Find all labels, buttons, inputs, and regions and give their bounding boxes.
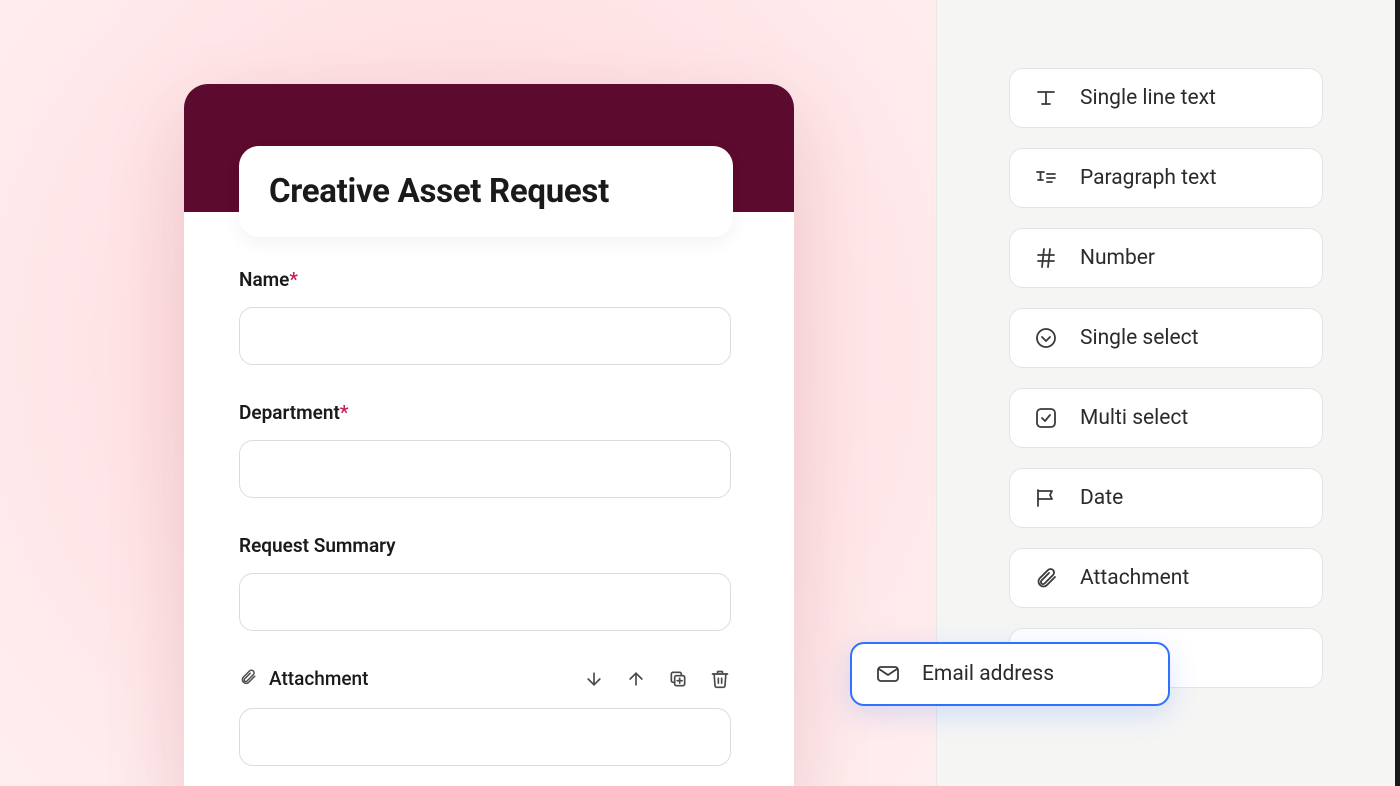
field-type-sidebar: Single line text Paragraph text Number S… xyxy=(936,0,1400,786)
move-down-button[interactable] xyxy=(583,668,605,690)
field-label: Name* xyxy=(239,268,739,291)
field-label: Request Summary xyxy=(239,534,739,557)
form-canvas: Creative Asset Request Name* Department* xyxy=(0,0,936,786)
field-type-label: Date xyxy=(1080,486,1123,510)
field-type-label: Single line text xyxy=(1080,86,1216,110)
attachment-icon xyxy=(1034,566,1058,590)
email-icon xyxy=(876,662,900,686)
paragraph-icon xyxy=(1034,166,1058,190)
duplicate-button[interactable] xyxy=(667,668,689,690)
field-type-label: Paragraph text xyxy=(1080,166,1216,190)
multi-select-icon xyxy=(1034,406,1058,430)
field-type-attachment[interactable]: Attachment xyxy=(1009,548,1323,608)
form-field-request-summary[interactable]: Request Summary xyxy=(239,534,739,631)
field-label: Department* xyxy=(239,401,739,424)
text-icon xyxy=(1034,86,1058,110)
request-summary-input[interactable] xyxy=(239,573,731,631)
delete-button[interactable] xyxy=(709,668,731,690)
form-field-attachment[interactable]: Attachment xyxy=(239,667,739,766)
form-field-department[interactable]: Department* xyxy=(239,401,739,498)
field-type-date[interactable]: Date xyxy=(1009,468,1323,528)
form-card: Creative Asset Request Name* Department* xyxy=(184,84,794,786)
field-label: Attachment xyxy=(269,667,368,690)
field-type-label: Multi select xyxy=(1080,406,1188,430)
form-title: Creative Asset Request xyxy=(269,172,703,211)
form-body: Name* Department* Request Summary xyxy=(184,212,794,786)
field-type-label: Single select xyxy=(1080,326,1199,350)
form-title-card[interactable]: Creative Asset Request xyxy=(239,146,733,237)
field-type-label: Number xyxy=(1080,246,1155,270)
name-input[interactable] xyxy=(239,307,731,365)
field-type-paragraph-text[interactable]: Paragraph text xyxy=(1009,148,1323,208)
field-type-multi-select[interactable]: Multi select xyxy=(1009,388,1323,448)
department-input[interactable] xyxy=(239,440,731,498)
field-type-single-line-text[interactable]: Single line text xyxy=(1009,68,1323,128)
field-type-list: Single line text Paragraph text Number S… xyxy=(1009,68,1323,688)
attachment-input[interactable] xyxy=(239,708,731,766)
date-icon xyxy=(1034,486,1058,510)
move-up-button[interactable] xyxy=(625,668,647,690)
field-type-label: Email address xyxy=(922,662,1054,686)
paperclip-icon xyxy=(239,668,257,690)
field-toolbar xyxy=(583,668,731,690)
single-select-icon xyxy=(1034,326,1058,350)
field-type-email-address-dragging[interactable]: Email address xyxy=(850,642,1170,706)
field-type-single-select[interactable]: Single select xyxy=(1009,308,1323,368)
hash-icon xyxy=(1034,246,1058,270)
field-type-number[interactable]: Number xyxy=(1009,228,1323,288)
field-type-label: Attachment xyxy=(1080,566,1189,590)
form-field-name[interactable]: Name* xyxy=(239,268,739,365)
